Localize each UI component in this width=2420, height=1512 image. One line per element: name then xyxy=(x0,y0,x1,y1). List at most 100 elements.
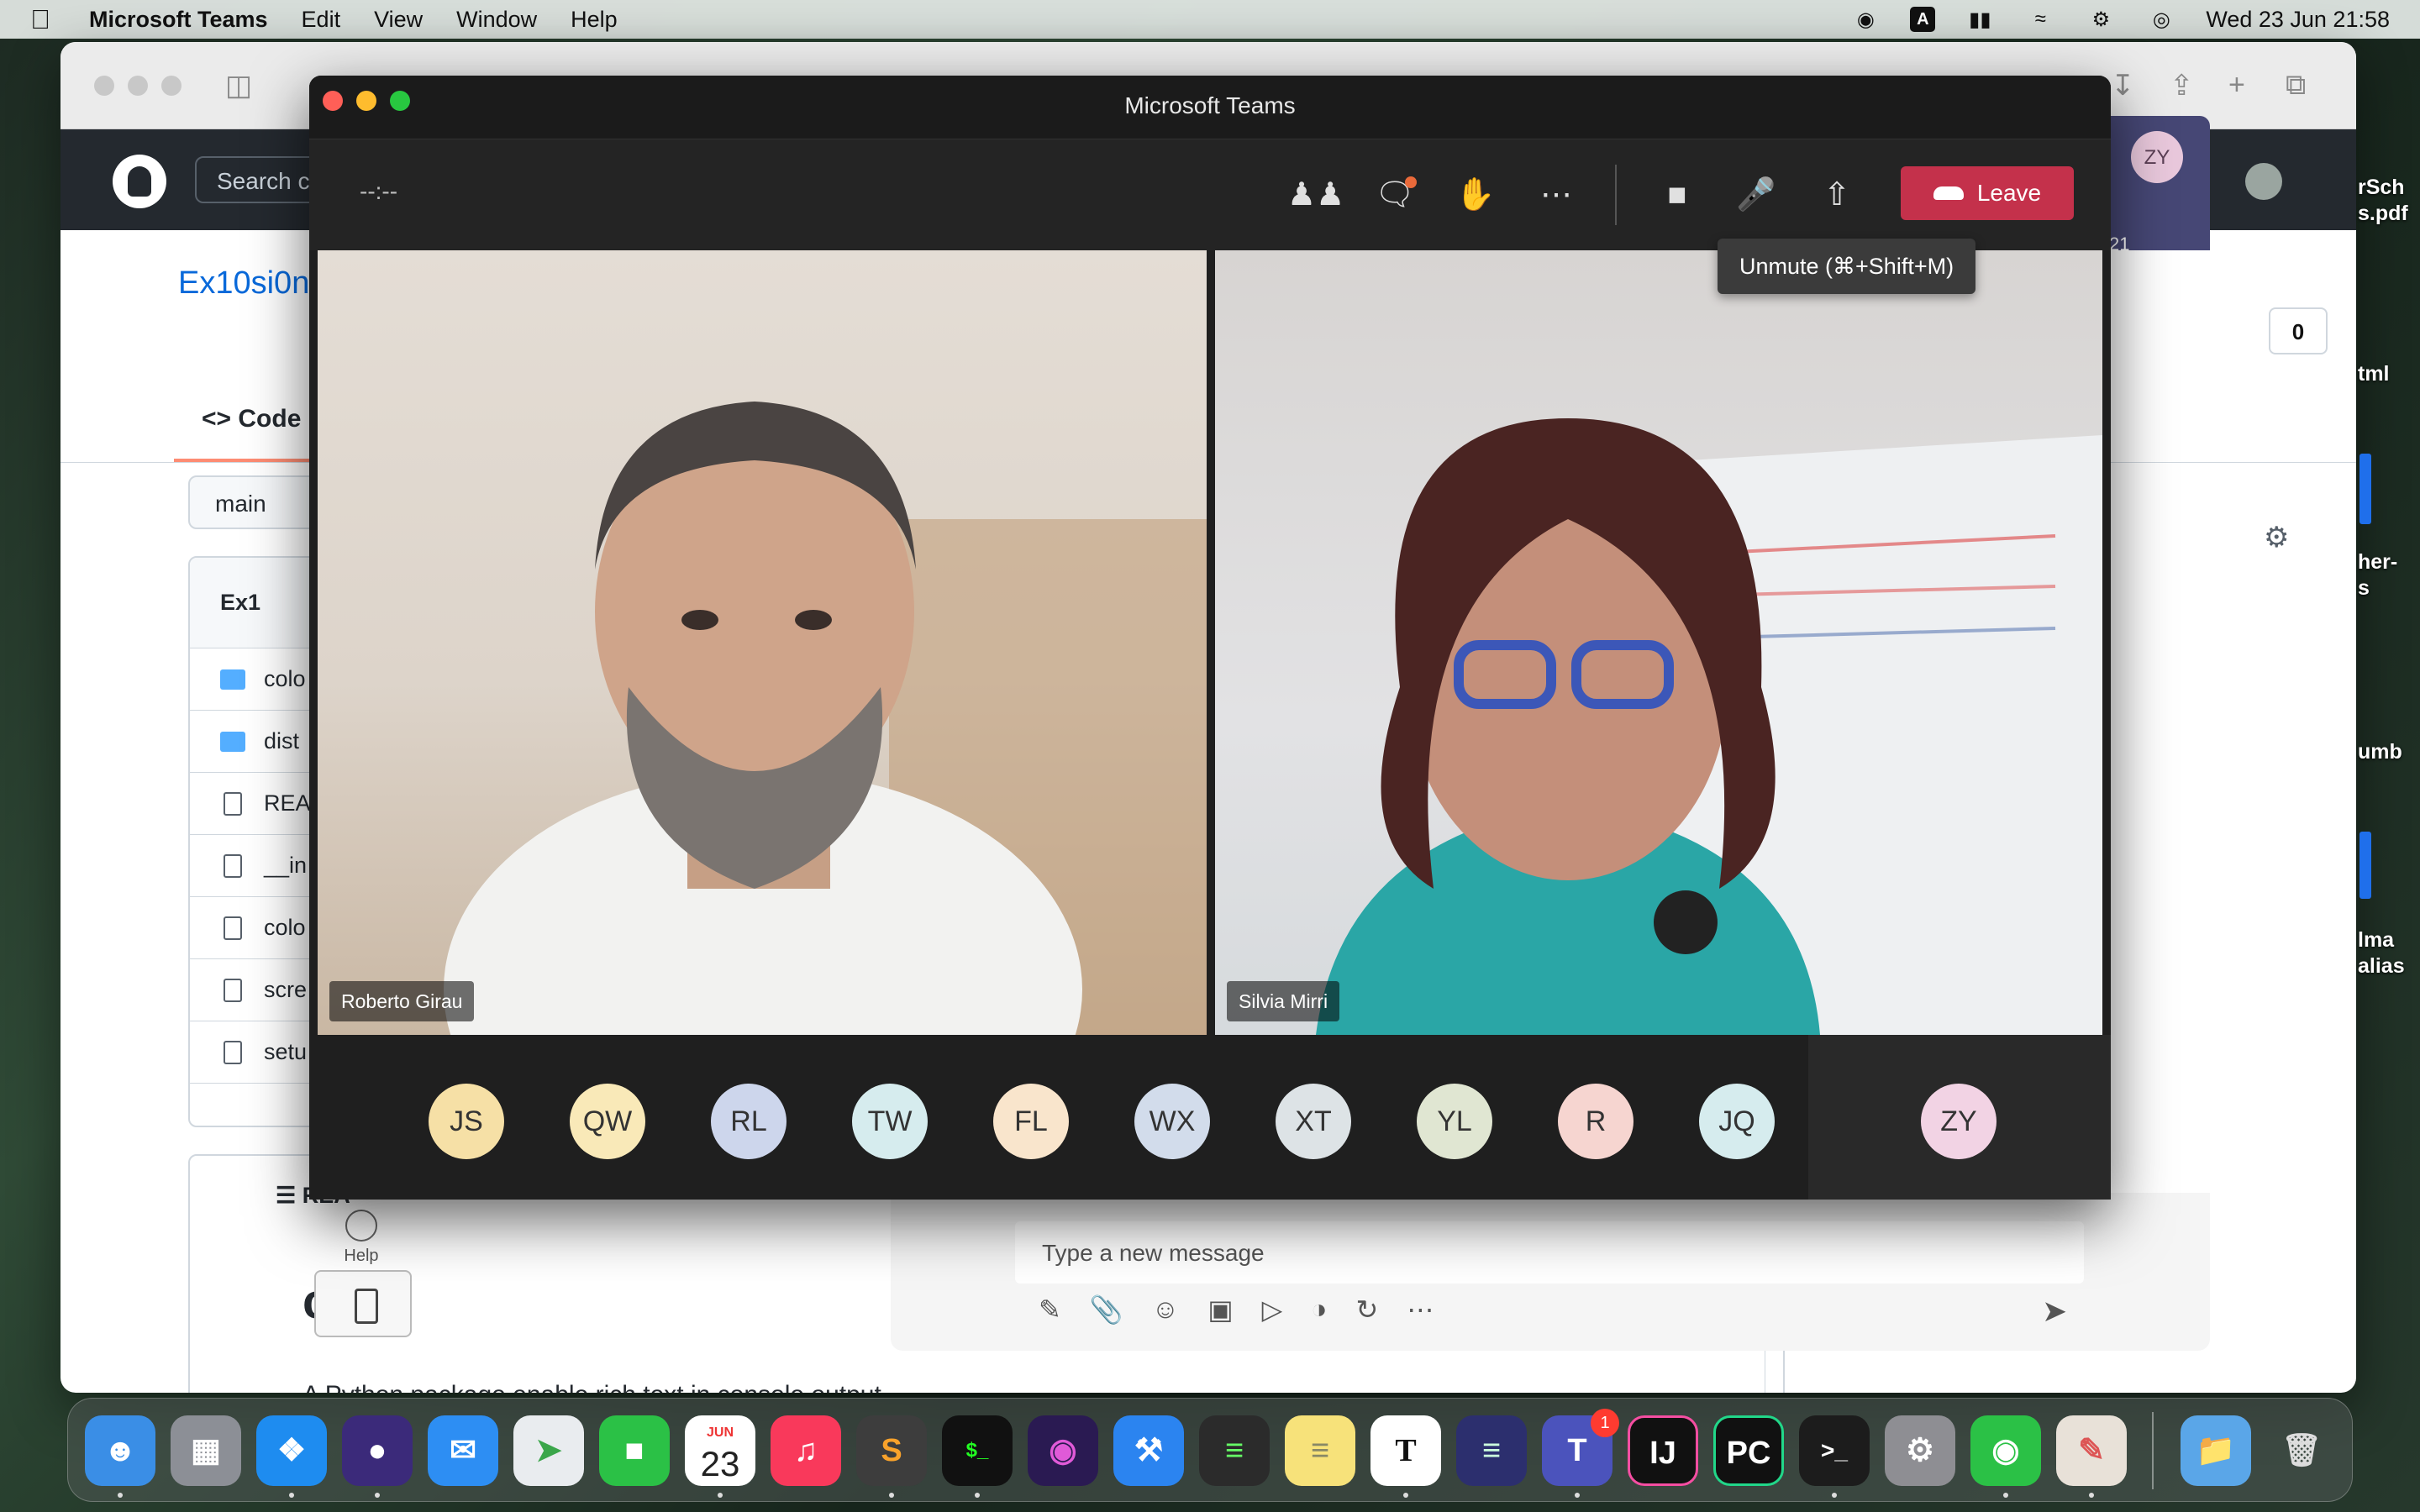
mic-muted-icon[interactable]: 🎤 xyxy=(1729,168,1783,222)
avatar[interactable]: XT xyxy=(1276,1084,1351,1159)
file-name[interactable]: colo xyxy=(264,666,306,692)
download-icon[interactable]: ↧ xyxy=(2111,69,2135,102)
fork-count[interactable]: 0 xyxy=(2269,307,2328,354)
terminal-icon[interactable]: $_ xyxy=(942,1415,1013,1486)
menu-help[interactable]: Help xyxy=(571,7,618,33)
xcode-icon[interactable]: ⚒ xyxy=(1113,1415,1184,1486)
menu-app-name[interactable]: Microsoft Teams xyxy=(89,7,268,33)
minimize-button[interactable] xyxy=(128,76,148,96)
share-icon[interactable]: ⇪ xyxy=(2170,69,2194,102)
format-icon[interactable]: ✎ xyxy=(1039,1294,1061,1326)
file-name[interactable]: scre xyxy=(264,977,307,1003)
desktop-file-label[interactable]: s.pdf xyxy=(2358,201,2408,227)
facetime-icon[interactable]: ■ xyxy=(599,1415,670,1486)
iterm-icon[interactable]: >_ xyxy=(1799,1415,1870,1486)
settings-gear-icon[interactable]: ⚙ xyxy=(2264,521,2289,554)
intellij-icon[interactable]: IJ xyxy=(1628,1415,1698,1486)
video-tile[interactable]: Silvia Mirri xyxy=(1215,250,2102,1035)
apple-menu-icon[interactable]:  xyxy=(30,4,50,35)
avatar[interactable]: FL xyxy=(993,1084,1069,1159)
device-button[interactable] xyxy=(314,1270,412,1337)
activity-monitor-icon[interactable]: ≡ xyxy=(1199,1415,1270,1486)
desktop-file-label[interactable]: lma xyxy=(2358,927,2394,953)
music-icon[interactable]: ♫ xyxy=(771,1415,841,1486)
safari-icon[interactable]: ❖ xyxy=(256,1415,327,1486)
self-avatar[interactable]: ZY xyxy=(1921,1084,1996,1159)
calendar-icon[interactable]: JUN 23 xyxy=(685,1415,755,1486)
close-button[interactable] xyxy=(94,76,114,96)
desktop-file-label[interactable]: tml xyxy=(2358,361,2390,387)
desktop-file-label[interactable]: s xyxy=(2358,575,2370,601)
file-name[interactable]: setu xyxy=(264,1039,307,1065)
system-preferences-icon[interactable]: ⚙ xyxy=(1885,1415,1955,1486)
commit-author[interactable]: Ex1 xyxy=(220,590,260,616)
tab-overview-icon[interactable]: ⧉ xyxy=(2286,69,2306,102)
input-source-icon[interactable]: A xyxy=(1910,7,1936,32)
praise-icon[interactable]: ◑ xyxy=(1311,1294,1327,1326)
github-avatar[interactable] xyxy=(2245,163,2282,200)
desktop-file-icon[interactable] xyxy=(2360,454,2371,524)
chat-icon[interactable]: 🗨 xyxy=(1368,168,1422,222)
notes-icon[interactable]: ≡ xyxy=(1285,1415,1355,1486)
sticker-icon[interactable]: ▣ xyxy=(1207,1294,1233,1326)
new-tab-icon[interactable]: + xyxy=(2228,69,2245,102)
more-actions-icon[interactable]: ⋯ xyxy=(1529,168,1583,222)
avatar[interactable]: QW xyxy=(570,1084,645,1159)
menu-view[interactable]: View xyxy=(374,7,423,33)
sublime-text-icon[interactable]: S xyxy=(856,1415,927,1486)
wifi-icon[interactable]: ≈ xyxy=(2024,8,2056,31)
wechat-icon[interactable]: ◉ xyxy=(1970,1415,2041,1486)
emoji-icon[interactable]: ☺ xyxy=(1152,1294,1180,1326)
share-screen-icon[interactable]: ⇧ xyxy=(1810,168,1864,222)
chat-message-input[interactable]: Type a new message xyxy=(1015,1221,2084,1284)
menu-window[interactable]: Window xyxy=(456,7,537,33)
github-logo-icon[interactable] xyxy=(113,155,166,208)
finder-icon[interactable]: ☻ xyxy=(85,1415,155,1486)
desktop-file-label[interactable]: alias xyxy=(2358,953,2405,979)
file-name[interactable]: dist xyxy=(264,728,299,754)
pycharm-icon[interactable]: PC xyxy=(1713,1415,1784,1486)
mail-icon[interactable]: ✉ xyxy=(428,1415,498,1486)
trash-icon[interactable]: 🗑 xyxy=(2266,1415,2337,1486)
typora-icon[interactable]: T xyxy=(1370,1415,1441,1486)
meet-icon[interactable]: ▷ xyxy=(1262,1294,1283,1326)
attach-icon[interactable]: 📎 xyxy=(1090,1294,1123,1326)
file-name[interactable]: colo xyxy=(264,915,306,941)
raise-hand-icon[interactable]: ✋ xyxy=(1449,168,1502,222)
avatar[interactable]: WX xyxy=(1134,1084,1210,1159)
send-icon[interactable]: ➤ xyxy=(2042,1294,2067,1329)
teams-dock-icon[interactable]: T1 xyxy=(1542,1409,1619,1486)
video-tile[interactable]: Roberto Girau xyxy=(318,250,1207,1035)
sidebar-icon[interactable]: ◫ xyxy=(225,69,252,102)
firefox-icon[interactable]: ● xyxy=(342,1415,413,1486)
loop-icon[interactable]: ↻ xyxy=(1356,1294,1379,1326)
control-center-icon[interactable]: ⚙ xyxy=(2085,8,2117,31)
avatar[interactable]: ZY xyxy=(2131,131,2183,183)
battery-icon[interactable]: ▮▮ xyxy=(1964,8,1996,31)
avatar[interactable]: RL xyxy=(711,1084,786,1159)
avatar[interactable]: JQ xyxy=(1699,1084,1775,1159)
file-name[interactable]: REA xyxy=(264,790,311,816)
downloads-folder-icon[interactable]: 📁 xyxy=(2181,1415,2251,1486)
wechat-status-icon[interactable]: ◉ xyxy=(1849,8,1881,31)
nova-icon[interactable]: ◉ xyxy=(1028,1415,1098,1486)
linear-icon[interactable]: ≡ xyxy=(1456,1415,1527,1486)
repo-owner-link[interactable]: Ex10si0n xyxy=(178,265,309,301)
zoom-button[interactable] xyxy=(161,76,182,96)
desktop-file-label[interactable]: umb xyxy=(2358,739,2402,765)
avatar[interactable]: YL xyxy=(1417,1084,1492,1159)
maps-icon[interactable]: ➤ xyxy=(513,1415,584,1486)
more-options-icon[interactable]: ⋯ xyxy=(1407,1294,1434,1326)
desktop-file-icon[interactable] xyxy=(2360,832,2371,899)
camera-off-icon[interactable]: ■ xyxy=(1650,168,1704,222)
tab-code[interactable]: <> Code xyxy=(202,405,301,433)
menu-edit[interactable]: Edit xyxy=(302,7,341,33)
help-button[interactable]: Help xyxy=(311,1210,412,1266)
leave-button[interactable]: Leave xyxy=(1901,166,2074,220)
avatar[interactable]: TW xyxy=(852,1084,928,1159)
siri-icon[interactable]: ◎ xyxy=(2145,8,2177,31)
menu-clock[interactable]: Wed 23 Jun 21:58 xyxy=(2206,7,2390,33)
pixelmator-icon[interactable]: ✎ xyxy=(2056,1415,2127,1486)
participants-icon[interactable]: ♟♟ xyxy=(1287,168,1344,222)
avatar[interactable]: R xyxy=(1558,1084,1634,1159)
